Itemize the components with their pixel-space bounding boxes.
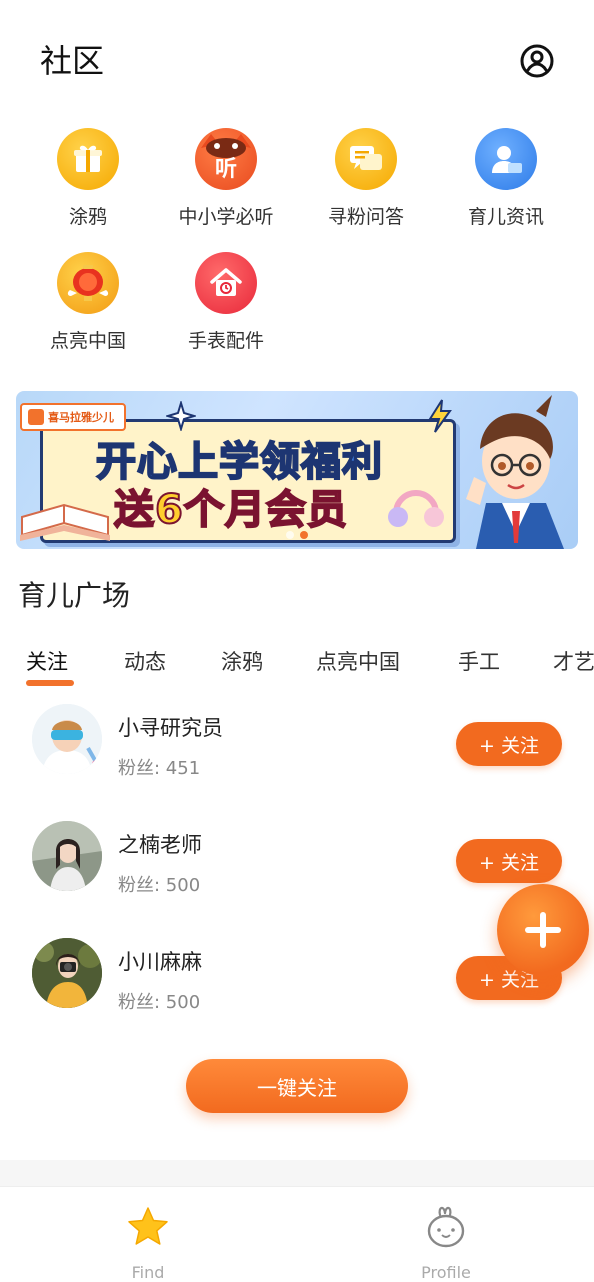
brand-logo-icon (28, 409, 44, 425)
banner-sub-number: 6 (154, 486, 184, 534)
tab-graffiti[interactable]: 涂鸦 (221, 646, 263, 676)
category-graffiti[interactable]: 涂鸦 (28, 128, 148, 229)
carousel-dot[interactable] (286, 531, 294, 539)
banner-brand-label: 喜马拉雅少儿 (48, 411, 114, 424)
category-light-china[interactable]: 点亮中国 (28, 252, 148, 353)
active-tab-indicator (26, 680, 74, 686)
category-label: 涂鸦 (68, 206, 107, 228)
chat-icon (335, 128, 397, 190)
promo-banner[interactable]: 喜马拉雅少儿 开心上学领福利 送6个月会员 (16, 391, 578, 549)
star-icon (128, 1207, 168, 1245)
nav-item-find[interactable]: Find (88, 1187, 208, 1282)
bunny-icon (427, 1206, 465, 1248)
user-fans-count: 粉丝: 500 (118, 992, 201, 1013)
user-fans-count: 粉丝: 451 (118, 758, 201, 779)
plus-icon (525, 912, 561, 948)
avatar[interactable] (32, 938, 102, 1008)
user-name[interactable]: 之楠老师 (118, 829, 202, 859)
page-title: 社区 (40, 42, 105, 80)
house-icon (195, 252, 257, 314)
category-label: 点亮中国 (49, 330, 126, 352)
tab-talent[interactable]: 才艺 (553, 646, 594, 676)
user-name[interactable]: 小川麻麻 (118, 946, 202, 976)
carousel-indicators[interactable] (16, 531, 578, 539)
category-watch-accessories[interactable]: 手表配件 (166, 252, 286, 353)
parenting-news-icon (475, 128, 537, 190)
follow-all-button[interactable]: 一键关注 (186, 1059, 408, 1113)
category-qa[interactable]: 寻粉问答 (306, 128, 426, 229)
bottom-navigation: Find Profile (0, 1186, 594, 1282)
headphones-icon (388, 490, 444, 527)
avatar[interactable] (32, 821, 102, 891)
user-list-item[interactable]: 小寻研究员 粉丝: 451 + 关注 (0, 704, 594, 794)
boy-character-illustration (466, 395, 564, 549)
user-fans-count: 粉丝: 500 (118, 875, 201, 896)
tab-handcraft[interactable]: 手工 (458, 646, 500, 676)
divider-band (0, 1160, 594, 1186)
category-must-listen[interactable]: 听 中小学必听 (166, 128, 286, 229)
nav-label: Profile (421, 1263, 471, 1282)
listen-mascot-icon: 听 (195, 128, 257, 190)
category-parenting-news[interactable]: 育儿资讯 (446, 128, 566, 229)
profile-icon[interactable] (520, 44, 554, 78)
lantern-icon (57, 252, 119, 314)
square-tabs: 关注 动态 涂鸦 点亮中国 手工 才艺 (0, 646, 594, 690)
create-post-fab[interactable] (497, 884, 589, 976)
follow-button[interactable]: + 关注 (456, 722, 562, 766)
avatar[interactable] (32, 704, 102, 774)
sparkle-icon (166, 401, 196, 431)
svg-text:听: 听 (215, 157, 237, 182)
tab-following[interactable]: 关注 (26, 646, 68, 676)
nav-item-profile[interactable]: Profile (386, 1187, 506, 1282)
section-title: 育儿广场 (18, 579, 131, 612)
banner-subheadline: 送6个月会员 (113, 477, 348, 535)
nav-label: Find (131, 1263, 165, 1282)
category-label: 中小学必听 (178, 206, 274, 228)
gift-icon (57, 128, 119, 190)
tab-light-china[interactable]: 点亮中国 (316, 646, 400, 676)
banner-sub-prefix: 送 (113, 486, 155, 534)
banner-sub-suffix: 个月会员 (183, 486, 348, 534)
user-list-item[interactable]: 之楠老师 粉丝: 500 + 关注 (0, 821, 594, 911)
category-label: 育儿资讯 (467, 206, 544, 228)
follow-button[interactable]: + 关注 (456, 839, 562, 883)
category-label: 手表配件 (187, 330, 264, 352)
category-label: 寻粉问答 (327, 206, 404, 228)
user-name[interactable]: 小寻研究员 (118, 712, 223, 742)
tab-feed[interactable]: 动态 (124, 646, 166, 676)
carousel-dot-active[interactable] (300, 531, 308, 539)
banner-brand-badge: 喜马拉雅少儿 (20, 403, 126, 431)
